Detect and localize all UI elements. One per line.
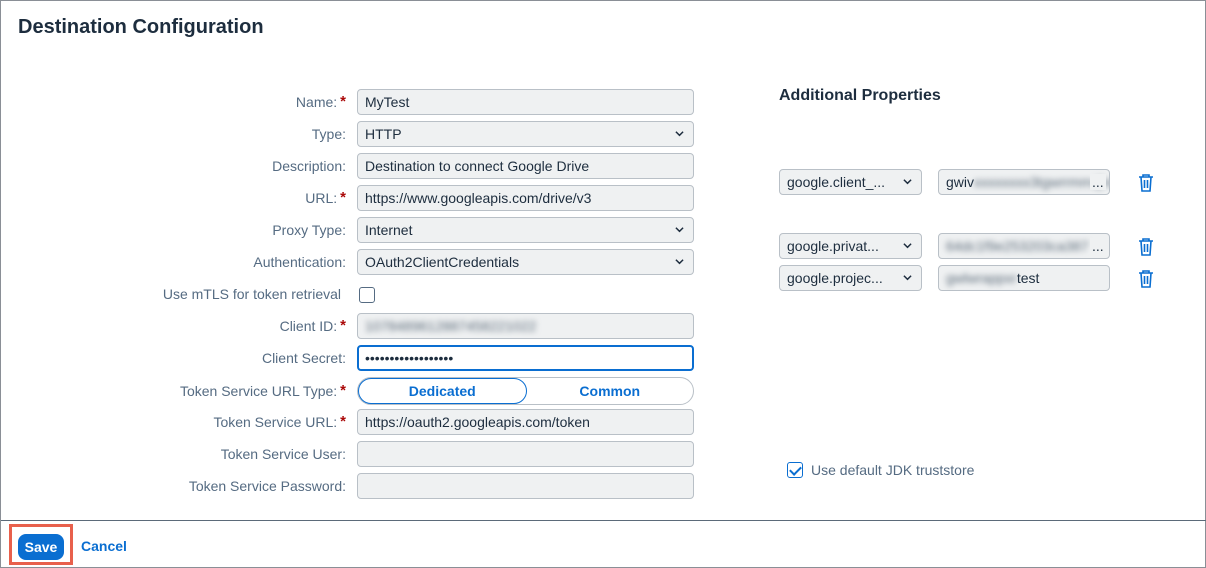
property-key-select[interactable]: google.privat... xyxy=(779,233,922,259)
token-service-url-type-label: Token Service URL Type: * xyxy=(180,378,346,404)
token-service-url-field[interactable]: https://oauth2.googleapis.com/token xyxy=(357,409,694,435)
delete-icon[interactable] xyxy=(1137,237,1155,257)
property-value-text: gwiv xyxy=(946,174,975,190)
required-marker: * xyxy=(340,413,346,430)
jdk-truststore-label: Use default JDK truststore xyxy=(811,462,975,478)
token-service-user-field[interactable] xyxy=(357,441,694,467)
additional-properties-title: Additional Properties xyxy=(779,87,941,104)
authentication-value: OAuth2ClientCredentials xyxy=(365,254,520,270)
dialog-frame: Destination Configuration Name: * MyTest … xyxy=(0,0,1206,568)
chevron-down-icon xyxy=(675,227,684,233)
proxy-type-value: Internet xyxy=(365,222,413,238)
required-marker: * xyxy=(340,317,346,334)
url-field[interactable]: https://www.googleapis.com/drive/v3 xyxy=(357,185,694,211)
required-marker: * xyxy=(340,93,346,110)
type-value: HTTP xyxy=(365,126,402,142)
token-service-url-label: Token Service URL: * xyxy=(213,409,346,435)
token-service-password-label: Token Service Password: xyxy=(188,478,346,494)
delete-icon[interactable] xyxy=(1137,173,1155,193)
proxy-type-select[interactable]: Internet xyxy=(357,217,694,243)
type-label: Type: xyxy=(311,126,346,142)
mtls-label: Use mTLS for token retrieval xyxy=(162,286,341,302)
property-key-select[interactable]: google.client_... xyxy=(779,169,922,195)
required-marker: * xyxy=(340,189,346,206)
chevron-down-icon xyxy=(675,131,684,137)
name-label: Name: * xyxy=(296,89,346,115)
property-value-blurred: gwlwrappxr xyxy=(946,270,1017,286)
client-secret-label: Client Secret: xyxy=(261,350,346,366)
property-value-field[interactable]: gwivxxxxxxxx3tgwrrmm@ex xyxy=(938,169,1110,195)
chevron-down-icon xyxy=(903,243,912,249)
page-title: Destination Configuration xyxy=(18,16,264,38)
segment-dedicated[interactable]: Dedicated xyxy=(358,378,527,404)
chevron-down-icon xyxy=(903,275,912,281)
description-field[interactable]: Destination to connect Google Drive xyxy=(357,153,694,179)
authentication-label: Authentication: xyxy=(253,254,346,270)
jdk-truststore-checkbox[interactable] xyxy=(787,462,803,478)
required-marker: * xyxy=(340,382,346,399)
cancel-button[interactable]: Cancel xyxy=(81,538,127,554)
property-key-value: google.client_... xyxy=(787,174,886,190)
property-value-field[interactable]: gwlwrappxrtest xyxy=(938,265,1110,291)
mtls-checkbox[interactable] xyxy=(359,287,375,303)
name-field[interactable]: MyTest xyxy=(357,89,694,115)
property-value-field[interactable]: 64dc1f9e253203ca387 xyxy=(938,233,1110,259)
type-select[interactable]: HTTP xyxy=(357,121,694,147)
chevron-down-icon xyxy=(903,179,912,185)
token-service-password-field[interactable] xyxy=(357,473,694,499)
property-key-value: google.privat... xyxy=(787,238,879,254)
client-id-label: Client ID: * xyxy=(280,313,346,339)
segment-common[interactable]: Common xyxy=(527,378,694,404)
property-key-select[interactable]: google.projec... xyxy=(779,265,922,291)
authentication-select[interactable]: OAuth2ClientCredentials xyxy=(357,249,694,275)
property-value-blurred: 64dc1f9e253203ca387 xyxy=(946,238,1089,254)
property-key-value: google.projec... xyxy=(787,270,883,286)
property-value-ellipsis: ... xyxy=(1090,174,1106,190)
save-button[interactable]: Save xyxy=(18,534,64,560)
url-label: URL: * xyxy=(305,185,346,211)
chevron-down-icon xyxy=(675,259,684,265)
property-value-text: test xyxy=(1016,270,1040,286)
client-secret-field[interactable]: •••••••••••••••••• xyxy=(357,345,694,371)
proxy-type-label: Proxy Type: xyxy=(272,222,346,238)
delete-icon[interactable] xyxy=(1137,269,1155,289)
client-id-field[interactable]: 1078489612887458221022 xyxy=(357,313,694,339)
token-service-user-label: Token Service User: xyxy=(220,446,346,462)
token-service-url-type-segmented: Dedicated Common xyxy=(357,377,694,405)
description-label: Description: xyxy=(272,158,346,174)
property-value-ellipsis: ... xyxy=(1090,238,1106,254)
client-id-value: 1078489612887458221022 xyxy=(365,318,537,334)
footer-divider xyxy=(1,520,1206,521)
